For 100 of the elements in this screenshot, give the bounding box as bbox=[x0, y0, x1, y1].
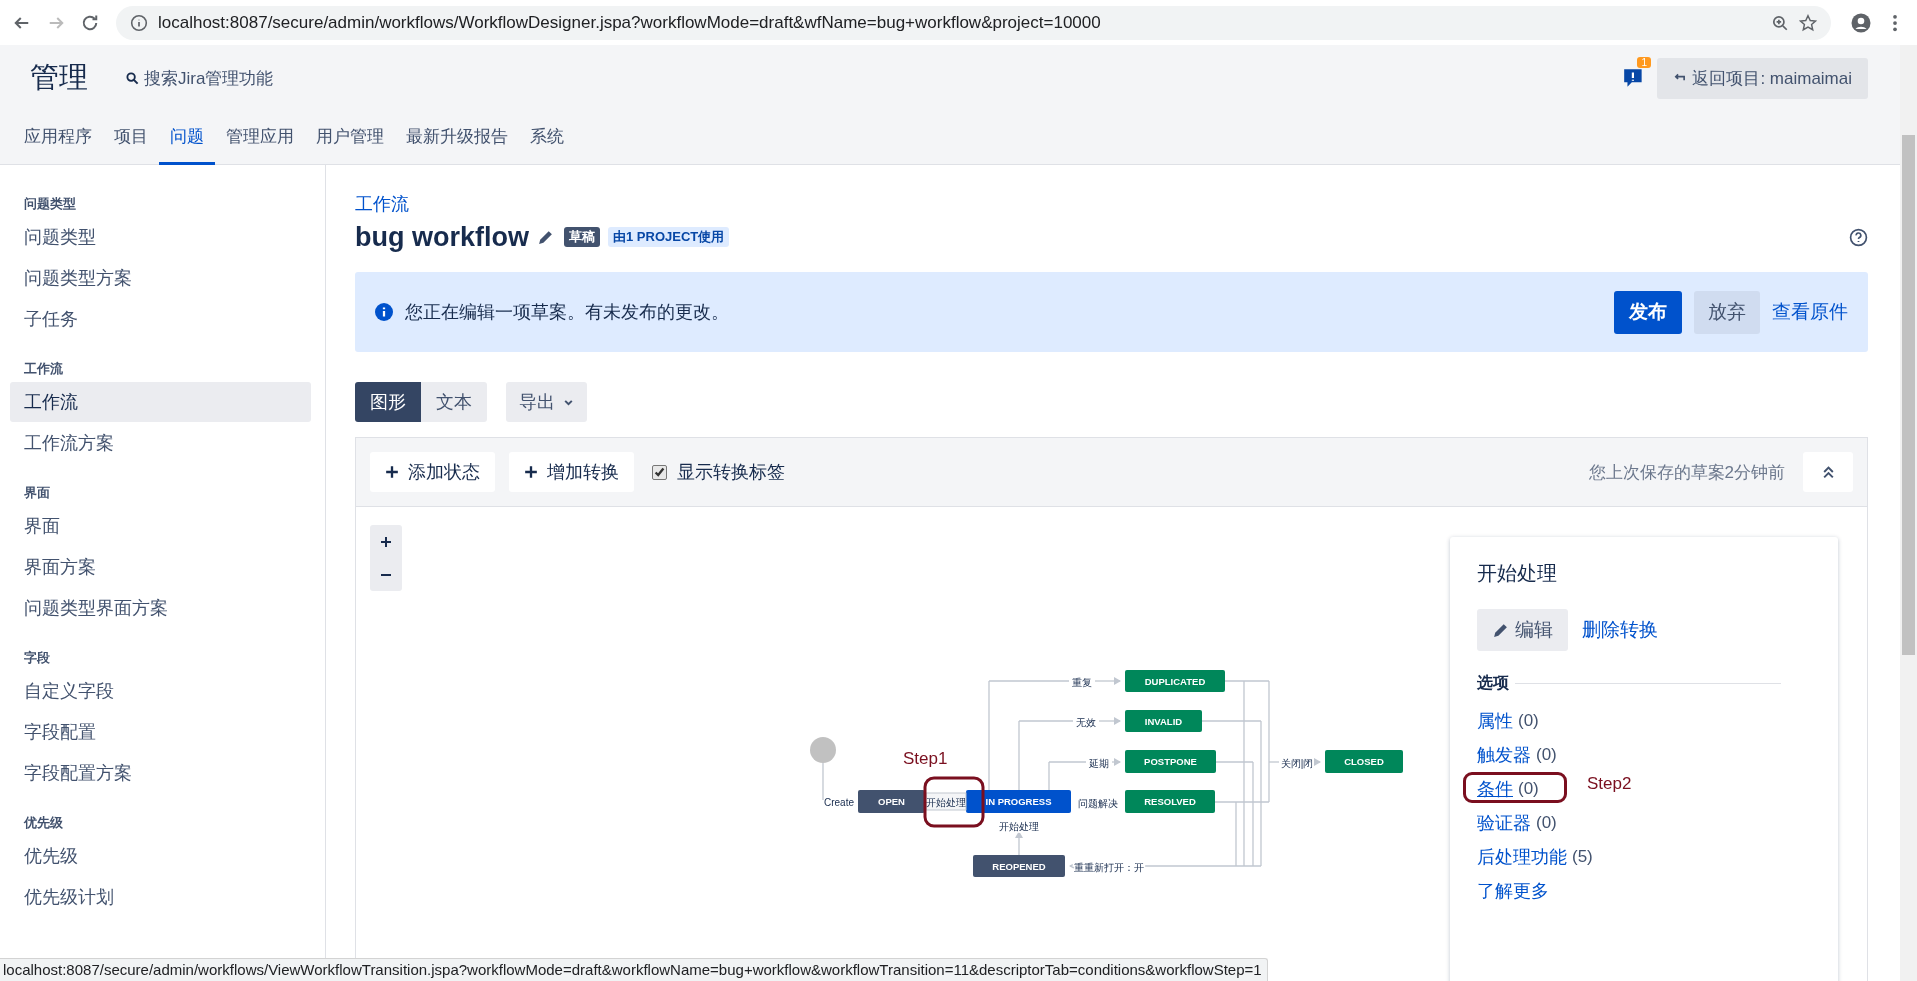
option-link[interactable]: 触发器 bbox=[1477, 743, 1531, 767]
show-labels-label: 显示转换标签 bbox=[677, 461, 785, 484]
arrow-head-line bbox=[1314, 758, 1321, 766]
option-link[interactable]: 条件 bbox=[1477, 777, 1513, 801]
annotation-label: Step2 bbox=[1587, 774, 1632, 794]
panel-title: 开始处理 bbox=[1477, 561, 1558, 586]
view-original-link[interactable]: 查看原件 bbox=[1772, 299, 1848, 325]
sidebar-item[interactable]: 优先级计划 bbox=[10, 877, 311, 917]
usage-badge: 由1 PROJECT使用 bbox=[608, 227, 730, 247]
sidebar-item[interactable]: 工作流方案 bbox=[10, 423, 311, 463]
option-link[interactable]: 后处理功能 bbox=[1477, 845, 1567, 869]
option-link[interactable]: 属性 bbox=[1477, 709, 1513, 733]
star-icon[interactable] bbox=[1799, 13, 1817, 32]
start-node[interactable] bbox=[810, 737, 836, 763]
help-icon[interactable] bbox=[1849, 227, 1868, 247]
saved-note: 您上次保存的草案2分钟前 bbox=[1588, 461, 1785, 484]
add-transition-button[interactable]: 增加转换 bbox=[509, 452, 634, 492]
admin-search-link[interactable]: 搜索Jira管理功能 bbox=[126, 66, 274, 90]
pencil-icon bbox=[1492, 621, 1509, 639]
status-node[interactable]: OPEN bbox=[858, 790, 925, 813]
sidebar-heading: 优先级 bbox=[22, 814, 64, 832]
sidebar-item[interactable]: 问题类型界面方案 bbox=[10, 588, 311, 628]
sidebar-heading: 问题类型 bbox=[23, 195, 77, 213]
status-bar-url: localhost:8087/secure/admin/workflows/ViewWorkflowTransition.jspa?workflowMode=draft&workflowName=bug+workflow&workflowTransition=11&descriptorTab=conditions&workflowStep=1 bbox=[0, 958, 1268, 981]
option-link[interactable]: 验证器 bbox=[1477, 811, 1531, 835]
sidebar-item[interactable]: 字段配置 bbox=[10, 712, 311, 752]
option-count: (0) bbox=[1536, 745, 1557, 765]
annotation-frame bbox=[923, 776, 985, 828]
sidebar-item[interactable]: 界面方案 bbox=[10, 547, 311, 587]
arrow-head-line bbox=[1015, 831, 1023, 856]
sidebar-item[interactable]: 自定义字段 bbox=[10, 671, 311, 711]
sidebar-heading: 界面 bbox=[23, 484, 51, 502]
workflow-title: bug workflow bbox=[355, 221, 529, 253]
options-heading: 选项 bbox=[1477, 673, 1509, 693]
publish-button[interactable]: 发布 bbox=[1614, 290, 1682, 334]
avatar-icon[interactable] bbox=[1851, 12, 1871, 33]
transition-label[interactable]: 关闭|闭 bbox=[1280, 758, 1314, 769]
zoom-in-button[interactable] bbox=[370, 525, 402, 558]
option-count: (0) bbox=[1518, 711, 1539, 731]
sidebar-item[interactable]: 子任务 bbox=[10, 299, 311, 339]
plus-icon bbox=[385, 465, 399, 479]
status-node[interactable]: RESOLVED bbox=[1125, 790, 1215, 813]
scrollbar-thumb[interactable] bbox=[1902, 135, 1915, 655]
draft-badge: 草稿 bbox=[564, 227, 600, 247]
collapse-button[interactable] bbox=[1803, 452, 1853, 492]
nav-tab[interactable]: 问题 bbox=[159, 111, 215, 165]
sidebar-item[interactable]: 工作流 bbox=[10, 382, 311, 422]
annotation-label: Step1 bbox=[903, 749, 948, 768]
nav-tab[interactable]: 项目 bbox=[103, 111, 159, 165]
option-count: (5) bbox=[1572, 847, 1593, 867]
arrow-head-line bbox=[1094, 677, 1121, 685]
status-node[interactable]: IN PROGRESS bbox=[966, 790, 1071, 813]
breadcrumb-link[interactable]: 工作流 bbox=[355, 192, 409, 216]
option-count: (0) bbox=[1536, 813, 1557, 833]
learn-more-link[interactable]: 了解更多 bbox=[1477, 874, 1811, 908]
sidebar-item[interactable]: 问题类型 bbox=[10, 217, 311, 257]
draft-message: 您正在编辑一项草案。有未发布的更改。 bbox=[405, 301, 729, 324]
transition-label[interactable]: 延期 bbox=[1089, 758, 1109, 769]
view-tab[interactable]: 图形 bbox=[355, 382, 421, 422]
status-node[interactable]: DUPLICATED bbox=[1125, 670, 1225, 692]
transition-label[interactable]: 重复 bbox=[1072, 677, 1092, 688]
connector-line bbox=[822, 762, 824, 801]
sidebar-heading: 工作流 bbox=[23, 360, 64, 378]
url-text: localhost:8087/secure/admin/workflows/WorkflowDesigner.jspa?workflowMode=draft&wfName=bug+workflow&project=10000 bbox=[158, 12, 1101, 33]
plus-icon bbox=[524, 465, 538, 479]
pencil-icon[interactable] bbox=[537, 228, 554, 246]
transition-label[interactable]: 重重新打开：开 bbox=[1074, 862, 1144, 873]
sidebar-item[interactable]: 优先级 bbox=[10, 836, 311, 876]
export-button[interactable]: 导出 bbox=[506, 382, 587, 422]
sidebar-item[interactable]: 字段配置方案 bbox=[10, 753, 311, 793]
nav-tab[interactable]: 最新升级报告 bbox=[395, 111, 519, 165]
back-to-project-button[interactable]: 返回项目: maimaimai bbox=[1657, 57, 1868, 99]
view-tab[interactable]: 文本 bbox=[421, 382, 487, 422]
page-title: 管理 bbox=[30, 60, 88, 95]
sidebar-item[interactable]: 界面 bbox=[10, 506, 311, 546]
notification-badge: 1 bbox=[1637, 57, 1651, 68]
status-node[interactable]: POSTPONE bbox=[1125, 750, 1216, 773]
status-node[interactable]: INVALID bbox=[1125, 710, 1202, 732]
status-node[interactable]: CLOSED bbox=[1325, 750, 1403, 773]
transition-label[interactable]: Create bbox=[824, 797, 854, 808]
add-status-button[interactable]: 添加状态 bbox=[370, 452, 495, 492]
nav-tab[interactable]: 管理应用 bbox=[215, 111, 305, 165]
transition-label[interactable]: 开始处理 bbox=[999, 821, 1039, 832]
checkbox[interactable] bbox=[652, 464, 667, 480]
info-icon[interactable] bbox=[130, 13, 148, 32]
transition-label[interactable]: 问题解决 bbox=[1078, 798, 1118, 809]
status-node[interactable]: REOPENED bbox=[973, 855, 1065, 877]
sidebar-heading: 字段 bbox=[23, 649, 51, 667]
nav-tab[interactable]: 应用程序 bbox=[24, 111, 103, 165]
transition-label[interactable]: 无效 bbox=[1076, 717, 1096, 728]
zoom-icon[interactable] bbox=[1771, 13, 1789, 32]
nav-tab[interactable]: 用户管理 bbox=[305, 111, 395, 165]
address-bar[interactable]: localhost:8087/secure/admin/workflows/WorkflowDesigner.jspa?workflowMode=draft&wfName=bug+workflow&project=10000 bbox=[116, 5, 1831, 40]
arrow-head-line bbox=[1111, 758, 1121, 766]
search-icon bbox=[126, 71, 139, 85]
nav-tab[interactable]: 系统 bbox=[519, 111, 575, 165]
delete-transition-link[interactable]: 删除转换 bbox=[1582, 617, 1658, 643]
sidebar-item[interactable]: 问题类型方案 bbox=[10, 258, 311, 298]
discard-button[interactable]: 放弃 bbox=[1694, 290, 1760, 334]
edit-button[interactable]: 编辑 bbox=[1477, 609, 1568, 651]
